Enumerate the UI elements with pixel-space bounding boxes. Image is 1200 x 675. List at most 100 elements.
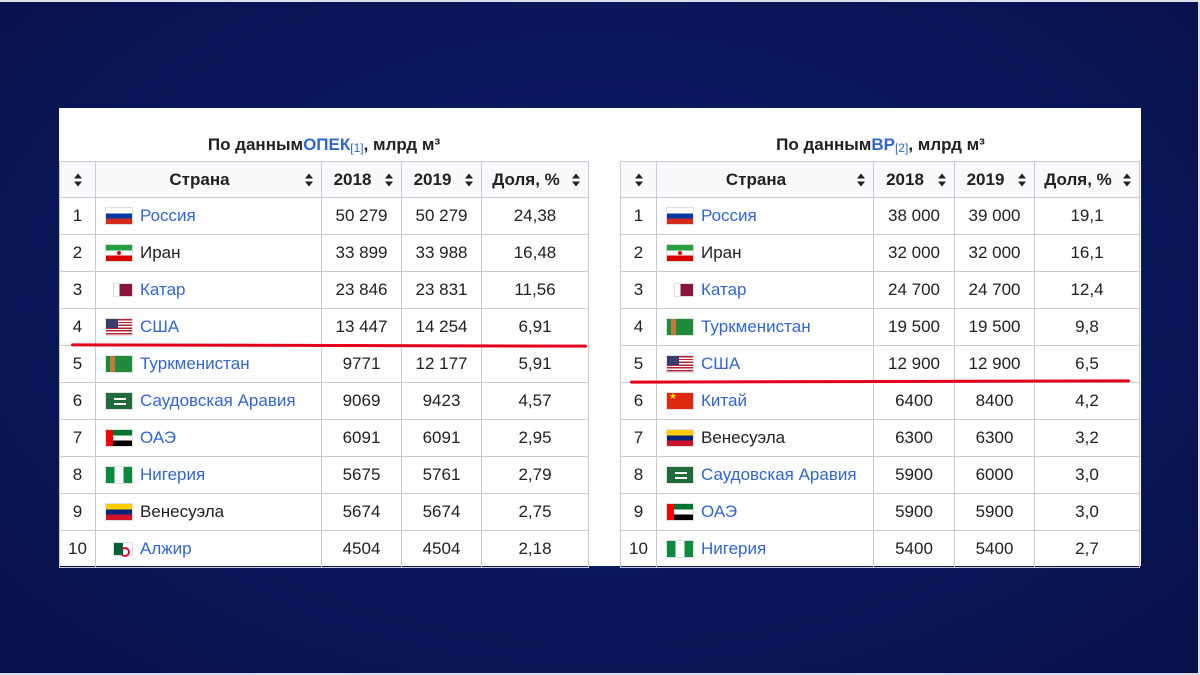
country-link[interactable]: Катар: [701, 280, 747, 300]
country-link[interactable]: Иран: [140, 243, 181, 263]
table-row: 7 ОАЭ 6091 6091 2,95: [59, 419, 589, 457]
table-row: 8 Саудовская Аравия 5900 6000 3,0: [620, 456, 1140, 494]
country-link[interactable]: Россия: [701, 206, 757, 226]
sort-icon[interactable]: [635, 173, 643, 186]
usa-flag-icon[interactable]: [666, 355, 694, 373]
value-2019-cell: 6091: [401, 419, 482, 457]
rank-sort-header[interactable]: [620, 161, 657, 198]
qatar-flag-icon[interactable]: [674, 283, 694, 297]
sort-icon[interactable]: [938, 173, 946, 186]
rank-cell: 10: [59, 530, 96, 568]
turkmenistan-flag-icon[interactable]: [105, 355, 133, 373]
uae-flag-icon[interactable]: [105, 429, 133, 447]
header-label: 2019: [966, 169, 1005, 189]
value-2018-cell: 5900: [873, 493, 955, 531]
nigeria-flag-icon[interactable]: [666, 540, 694, 558]
country-link[interactable]: Саудовская Аравия: [701, 465, 857, 485]
rank-cell: 6: [59, 382, 96, 420]
country-link[interactable]: Нигерия: [140, 465, 205, 485]
country-link[interactable]: ОАЭ: [140, 428, 176, 448]
country-link[interactable]: Нигерия: [701, 539, 766, 559]
opec-source-link[interactable]: ОПЕК: [303, 135, 350, 155]
bp-table: Страна 2018 2019 Доля, % 1 Россия 38 000 39 000…: [620, 161, 1140, 568]
country-link[interactable]: США: [140, 317, 179, 337]
table-row: 3 Катар 23 846 23 831 11,56: [59, 271, 589, 309]
russia-flag-icon[interactable]: [105, 207, 133, 225]
rank-sort-header[interactable]: [59, 161, 96, 198]
year-2019-header[interactable]: 2019: [401, 161, 482, 198]
year-2018-header[interactable]: 2018: [321, 161, 402, 198]
sort-icon[interactable]: [1123, 173, 1131, 186]
caption-prefix: По данным: [776, 135, 872, 154]
rank-cell: 4: [59, 308, 96, 346]
country-link[interactable]: Россия: [140, 206, 196, 226]
value-2018-cell: 4504: [321, 530, 402, 568]
sort-icon[interactable]: [385, 173, 393, 186]
china-flag-icon[interactable]: [666, 391, 694, 410]
country-link[interactable]: Венесуэла: [140, 502, 224, 522]
share-header[interactable]: Доля, %: [481, 161, 589, 198]
country-link[interactable]: Саудовская Аравия: [140, 391, 296, 411]
value-2019-cell: 6000: [954, 456, 1035, 494]
share-cell: 5,91: [481, 345, 589, 383]
value-2018-cell: 38 000: [873, 197, 955, 235]
qatar-flag-icon[interactable]: [113, 283, 133, 297]
sort-icon[interactable]: [572, 173, 580, 186]
iran-flag-icon[interactable]: [105, 244, 133, 262]
country-cell: Саудовская Аравия: [95, 382, 322, 420]
country-link[interactable]: Туркменистан: [140, 354, 250, 374]
value-2018-cell: 50 279: [321, 197, 402, 235]
country-cell: Иран: [656, 234, 874, 272]
saudi-arabia-flag-icon[interactable]: [105, 392, 133, 410]
bp-reference-link[interactable]: [2]: [895, 141, 908, 155]
share-cell: 6,91: [481, 308, 589, 346]
caption-suffix: , млрд м³: [908, 135, 985, 154]
rank-cell: 1: [620, 197, 657, 235]
sort-icon[interactable]: [305, 173, 313, 186]
year-2019-header[interactable]: 2019: [954, 161, 1035, 198]
year-2018-header[interactable]: 2018: [873, 161, 955, 198]
uae-flag-icon[interactable]: [666, 503, 694, 521]
value-2019-cell: 5674: [401, 493, 482, 531]
country-link[interactable]: Алжир: [140, 539, 192, 559]
venezuela-flag-icon[interactable]: [666, 429, 694, 447]
bp-source-link[interactable]: BP: [871, 135, 895, 155]
country-cell: Саудовская Аравия: [656, 456, 874, 494]
country-link[interactable]: США: [701, 354, 740, 374]
sort-icon[interactable]: [74, 173, 82, 186]
country-cell: Россия: [95, 197, 322, 235]
country-cell: ОАЭ: [656, 493, 874, 531]
nigeria-flag-icon[interactable]: [105, 466, 133, 484]
country-link[interactable]: ОАЭ: [701, 502, 737, 522]
sort-icon[interactable]: [465, 173, 473, 186]
country-link[interactable]: Катар: [140, 280, 186, 300]
turkmenistan-flag-icon[interactable]: [666, 318, 694, 336]
share-cell: 2,95: [481, 419, 589, 457]
russia-flag-icon[interactable]: [666, 207, 694, 225]
value-2019-cell: 24 700: [954, 271, 1035, 309]
sort-icon[interactable]: [1018, 173, 1026, 186]
table-row: 9 ОАЭ 5900 5900 3,0: [620, 493, 1140, 531]
country-header[interactable]: Страна: [95, 161, 322, 198]
country-link[interactable]: Венесуэла: [701, 428, 785, 448]
country-link[interactable]: Иран: [701, 243, 742, 263]
country-link[interactable]: Туркменистан: [701, 317, 811, 337]
rank-cell: 8: [59, 456, 96, 494]
usa-flag-icon[interactable]: [105, 318, 133, 336]
country-link[interactable]: Китай: [701, 391, 747, 411]
share-header[interactable]: Доля, %: [1034, 161, 1140, 198]
rank-cell: 6: [620, 382, 657, 420]
iran-flag-icon[interactable]: [666, 244, 694, 262]
header-row: Страна 2018 2019 Доля, %: [59, 161, 589, 198]
opec-reference-link[interactable]: [1]: [350, 141, 363, 155]
algeria-flag-icon[interactable]: [113, 542, 133, 557]
saudi-arabia-flag-icon[interactable]: [666, 466, 694, 484]
value-2019-cell: 5761: [401, 456, 482, 494]
venezuela-flag-icon[interactable]: [105, 503, 133, 521]
rank-cell: 9: [620, 493, 657, 531]
country-header[interactable]: Страна: [656, 161, 874, 198]
value-2018-cell: 23 846: [321, 271, 402, 309]
value-2019-cell: 12 900: [954, 345, 1035, 383]
sort-icon[interactable]: [857, 173, 865, 186]
share-cell: 16,48: [481, 234, 589, 272]
